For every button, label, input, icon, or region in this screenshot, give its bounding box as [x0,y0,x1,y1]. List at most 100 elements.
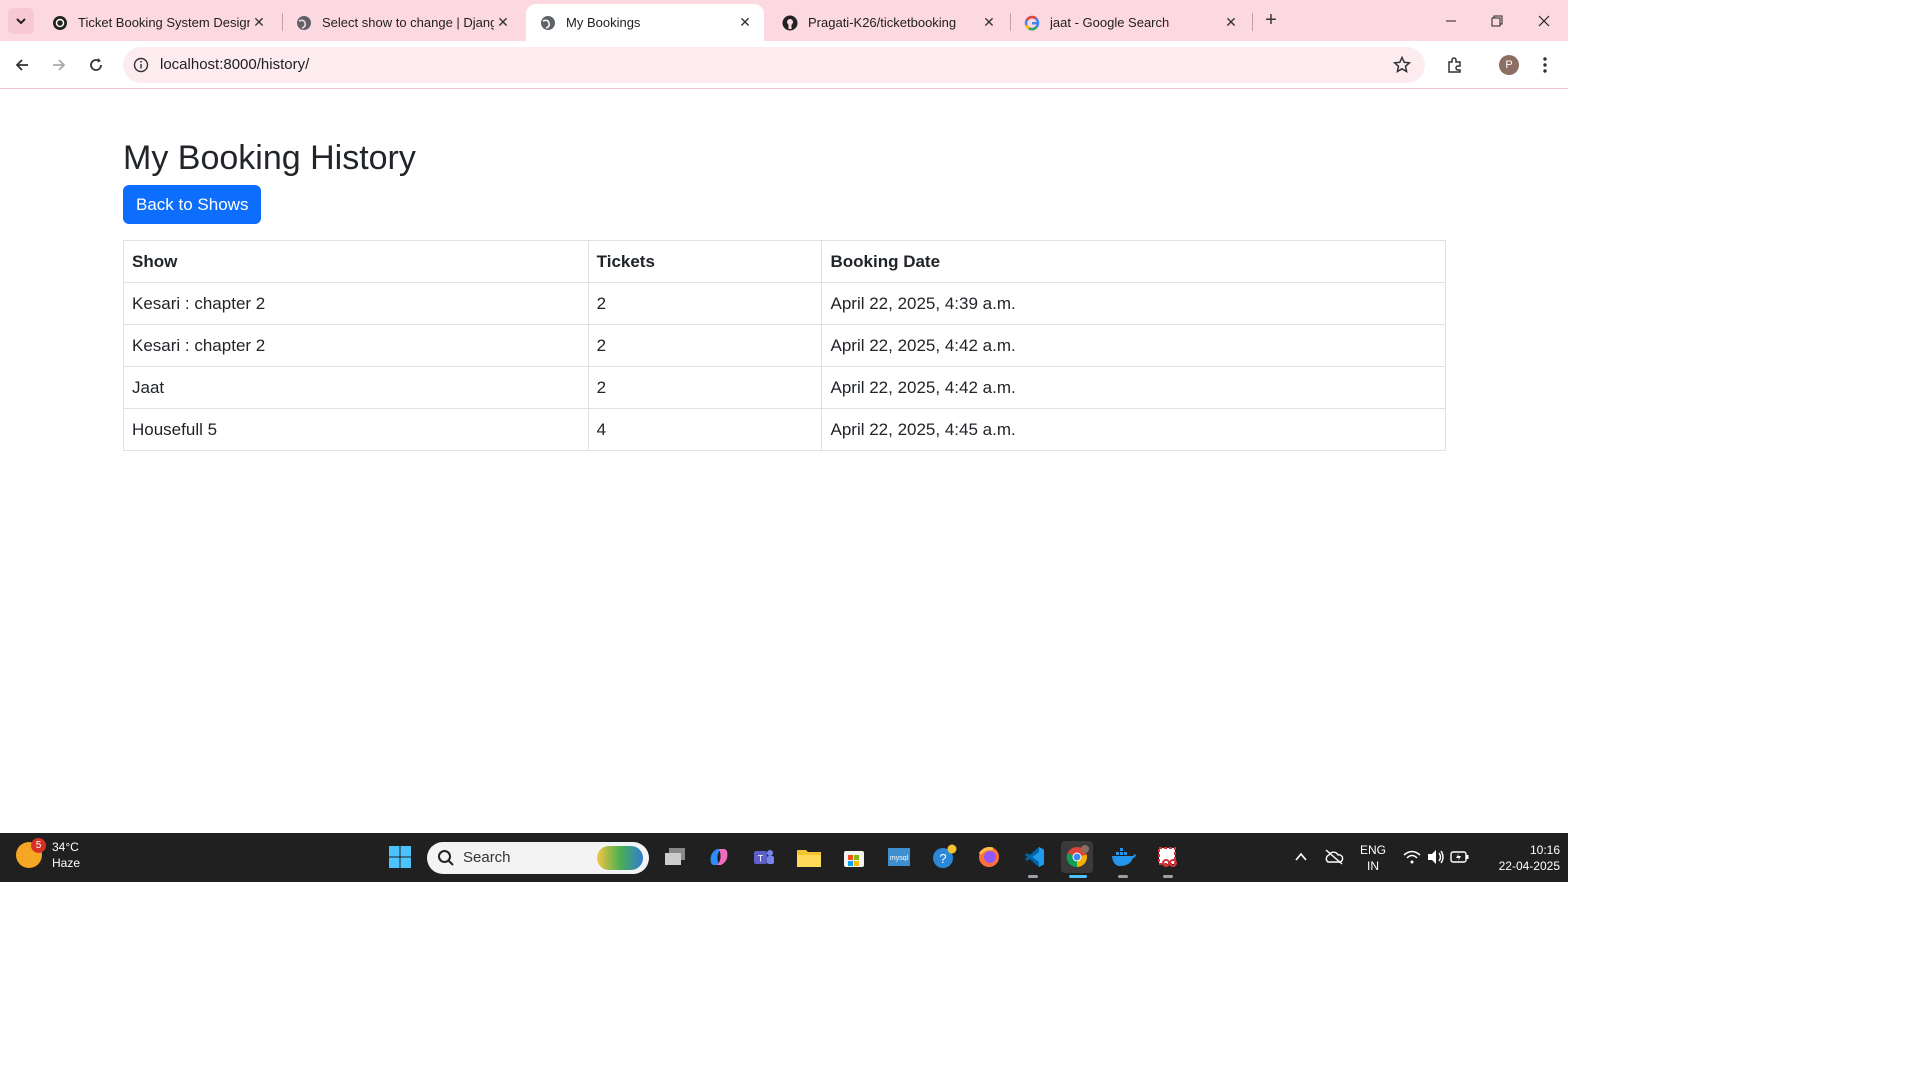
bookmark-star-icon[interactable] [1392,55,1412,79]
browser-toolbar: localhost:8000/history/ P [0,41,1568,89]
menu-kebab-icon[interactable] [1531,51,1559,79]
new-tab-plus-icon[interactable]: + [1260,9,1282,31]
weather-temperature: 34°C [52,840,79,854]
weather-widget[interactable]: 5 34°C Haze [16,838,81,871]
windows-taskbar: 5 34°C Haze Search T mysql ? ENG IN 10:1… [0,833,1568,882]
firefox-icon[interactable] [973,841,1005,873]
search-highlight-image [597,846,643,870]
cell-booking-date: April 22, 2025, 4:42 a.m. [821,366,1446,409]
column-header-booking-date: Booking Date [821,240,1446,283]
vscode-icon[interactable] [1018,841,1050,873]
clock-date: 22-04-2025 [1498,859,1560,873]
back-to-shows-button[interactable]: Back to Shows [123,185,262,224]
reload-icon[interactable] [82,51,110,79]
tab-google-search[interactable]: jaat - Google Search ✕ [1010,4,1250,41]
onedrive-offline-icon[interactable] [1318,841,1350,873]
active-indicator [1069,875,1087,878]
github-icon [782,15,798,31]
tab-select-show-django[interactable]: Select show to change | Django ✕ [282,4,522,41]
tab-ticket-booking-system-design[interactable]: Ticket Booking System Design ✕ [38,4,278,41]
back-arrow-icon[interactable] [8,51,36,79]
table-header-row: Show Tickets Booking Date [123,240,1446,283]
cell-booking-date: April 22, 2025, 4:45 a.m. [821,408,1446,451]
cell-tickets: 2 [587,366,823,409]
tab-title: My Bookings [566,15,641,30]
close-tab-icon[interactable]: ✕ [250,14,268,32]
tab-separator [1252,13,1253,31]
language-code: ENG [1359,843,1386,857]
mysql-workbench-icon[interactable]: mysql [883,841,915,873]
cell-tickets: 2 [587,324,823,367]
cell-booking-date: April 22, 2025, 4:42 a.m. [821,324,1446,367]
booking-history-table: Show Tickets Booking Date Kesari : chapt… [123,240,1446,451]
page-viewport: My Booking History Back to Shows Show Ti… [0,89,1568,833]
table-row: Kesari : chapter 2 2 April 22, 2025, 4:3… [123,282,1446,325]
google-icon [1024,15,1040,31]
tab-title: Select show to change | Django [322,15,494,30]
cell-booking-date: April 22, 2025, 4:39 a.m. [821,282,1446,325]
cell-show: Kesari : chapter 2 [123,324,589,367]
close-window-icon[interactable] [1521,0,1567,41]
tab-github-ticketbooking[interactable]: Pragati-K26/ticketbooking ✕ [768,4,1008,41]
snipping-tool-icon[interactable] [1152,841,1184,873]
chevron-up-icon[interactable] [1285,841,1317,873]
running-indicator [1028,875,1038,878]
tab-title: Pragati-K26/ticketbooking [808,15,957,30]
cell-show: Jaat [123,366,589,409]
table-row: Jaat 2 April 22, 2025, 4:42 a.m. [123,366,1446,409]
table-row: Kesari : chapter 2 2 April 22, 2025, 4:4… [123,324,1446,367]
search-icon [437,849,455,871]
chrome-icon[interactable] [1061,841,1093,873]
input-language-indicator[interactable]: ENG IN [1356,842,1390,874]
cell-show: Housefull 5 [123,408,589,451]
clock-time: 10:16 [1529,843,1560,857]
forward-arrow-icon[interactable] [45,51,73,79]
cell-tickets: 2 [587,282,823,325]
close-tab-icon[interactable]: ✕ [494,14,512,32]
url-text: localhost:8000/history/ [160,56,310,73]
teams-icon[interactable]: T [748,841,780,873]
avatar: P [1499,55,1519,75]
tab-title: Ticket Booking System Design [78,15,250,30]
svg-text:T: T [758,854,764,864]
taskbar-search-box[interactable]: Search [427,842,649,874]
region-code: IN [1367,859,1379,873]
tab-title: jaat - Google Search [1050,15,1170,30]
file-explorer-icon[interactable] [793,841,825,873]
tab-search-chevron-icon[interactable] [8,8,34,34]
clock[interactable]: 10:16 22-04-2025 [1480,842,1560,874]
close-tab-icon[interactable]: ✕ [980,14,998,32]
restore-icon[interactable] [1474,0,1520,41]
microsoft-store-icon[interactable] [838,841,870,873]
battery-icon[interactable] [1444,841,1476,873]
task-view-icon[interactable] [659,841,691,873]
svg-text:mysql: mysql [890,855,909,862]
minimize-icon[interactable] [1428,0,1474,41]
docker-icon[interactable] [1108,841,1140,873]
search-label: Search [463,849,511,866]
address-bar[interactable]: localhost:8000/history/ [123,47,1425,83]
extensions-puzzle-icon[interactable] [1441,51,1469,79]
page-title: My Booking History [123,139,416,177]
running-indicator [1118,875,1128,878]
column-header-show: Show [123,240,589,283]
windows-start-icon[interactable] [384,841,416,873]
weather-sun-icon: 5 [16,838,46,868]
help-icon[interactable]: ? [928,841,960,873]
tab-my-bookings[interactable]: My Bookings ✕ [526,4,764,41]
site-info-icon[interactable] [133,57,149,73]
globe-icon [296,15,312,31]
column-header-tickets: Tickets [587,240,823,283]
svg-text:?: ? [939,851,946,866]
cell-tickets: 4 [587,408,823,451]
weather-condition: Haze [52,856,81,870]
close-tab-icon[interactable]: ✕ [736,14,754,32]
table-row: Housefull 5 4 April 22, 2025, 4:45 a.m. [123,408,1446,451]
globe-icon [540,15,556,31]
close-tab-icon[interactable]: ✕ [1222,14,1240,32]
profile-avatar[interactable]: P [1495,51,1523,79]
cell-show: Kesari : chapter 2 [123,282,589,325]
browser-tabstrip: Ticket Booking System Design ✕ Select sh… [0,0,1568,41]
running-indicator [1163,875,1173,878]
copilot-icon[interactable] [703,841,735,873]
